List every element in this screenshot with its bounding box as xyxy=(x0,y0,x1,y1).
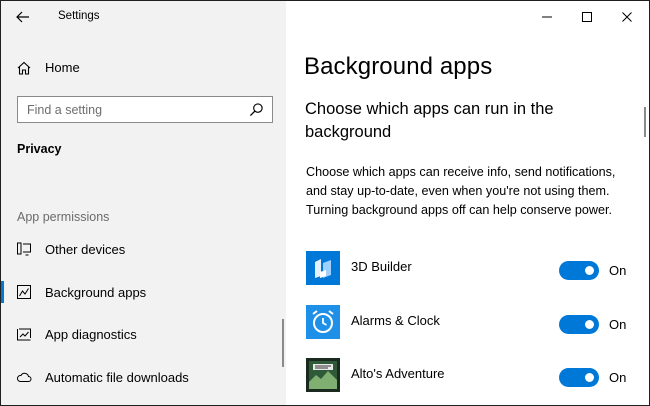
sidebar-item-label: Background apps xyxy=(45,285,147,300)
description-text: Choose which apps can receive info, send… xyxy=(306,165,616,217)
app-name: Alto's Adventure xyxy=(351,366,445,381)
main-scrollbar[interactable] xyxy=(644,107,646,137)
sidebar-item-app-diagnostics[interactable]: App diagnostics xyxy=(1,317,281,351)
minimize-icon xyxy=(542,16,552,18)
sidebar-item-label: Automatic file downloads xyxy=(45,370,189,385)
altos-adventure-icon xyxy=(306,358,340,392)
group-label-app-permissions: App permissions xyxy=(17,210,110,224)
search-icon[interactable] xyxy=(249,102,264,117)
background-toggle[interactable] xyxy=(559,315,599,334)
sidebar-scrollbar[interactable] xyxy=(282,319,284,367)
toggle-state-label: On xyxy=(609,317,627,332)
toggle-knob xyxy=(585,373,594,382)
sidebar-item-background-apps[interactable]: Background apps xyxy=(1,275,281,309)
diagnostics-icon xyxy=(17,328,31,341)
page-title: Background apps xyxy=(304,53,493,80)
sidebar-item-automatic-file-downloads[interactable]: Automatic file downloads xyxy=(1,360,281,394)
cloud-icon xyxy=(16,372,32,382)
sidebar-item-label: App diagnostics xyxy=(45,327,137,342)
app-row-3d-builder: 3D Builder On xyxy=(306,251,636,291)
main-content: Background apps Choose which apps can ru… xyxy=(286,1,649,405)
sidebar: Settings Home Privacy App permissions Ot… xyxy=(1,1,286,405)
sidebar-item-label: Other devices xyxy=(45,242,126,257)
close-button[interactable] xyxy=(607,1,647,33)
titlebar-left: Settings xyxy=(1,1,286,33)
home-nav-item[interactable]: Home xyxy=(1,53,286,83)
settings-window: Settings Home Privacy App permissions Ot… xyxy=(0,0,650,406)
background-toggle[interactable] xyxy=(559,368,599,387)
toggle-state-label: On xyxy=(609,370,627,385)
home-label: Home xyxy=(45,60,80,75)
section-title-privacy: Privacy xyxy=(17,142,62,156)
toggle-knob xyxy=(585,266,594,275)
devices-icon xyxy=(17,242,31,256)
maximize-icon xyxy=(582,12,592,22)
app-row-altos-adventure: Alto's Adventure On xyxy=(306,358,636,398)
home-icon xyxy=(17,61,31,75)
minimize-button[interactable] xyxy=(527,1,567,33)
app-name: Alarms & Clock xyxy=(351,313,440,328)
section-heading: Choose which apps can run in the backgro… xyxy=(305,100,554,141)
close-icon xyxy=(622,12,632,22)
alarm-clock-icon xyxy=(306,305,340,339)
sidebar-item-other-devices[interactable]: Other devices xyxy=(1,232,281,266)
toggle-knob xyxy=(585,320,594,329)
toggle-state-label: On xyxy=(609,263,627,278)
back-button[interactable] xyxy=(9,5,37,29)
background-toggle[interactable] xyxy=(559,261,599,280)
app-title: Settings xyxy=(58,10,100,22)
back-arrow-icon xyxy=(16,11,29,23)
background-apps-icon xyxy=(17,285,31,299)
app-row-alarms-clock: Alarms & Clock On xyxy=(306,305,636,345)
app-name: 3D Builder xyxy=(351,259,412,274)
search-input[interactable] xyxy=(18,97,238,122)
search-box[interactable] xyxy=(17,96,273,123)
maximize-button[interactable] xyxy=(567,1,607,33)
selection-indicator xyxy=(1,281,4,303)
3d-builder-icon xyxy=(306,251,340,285)
